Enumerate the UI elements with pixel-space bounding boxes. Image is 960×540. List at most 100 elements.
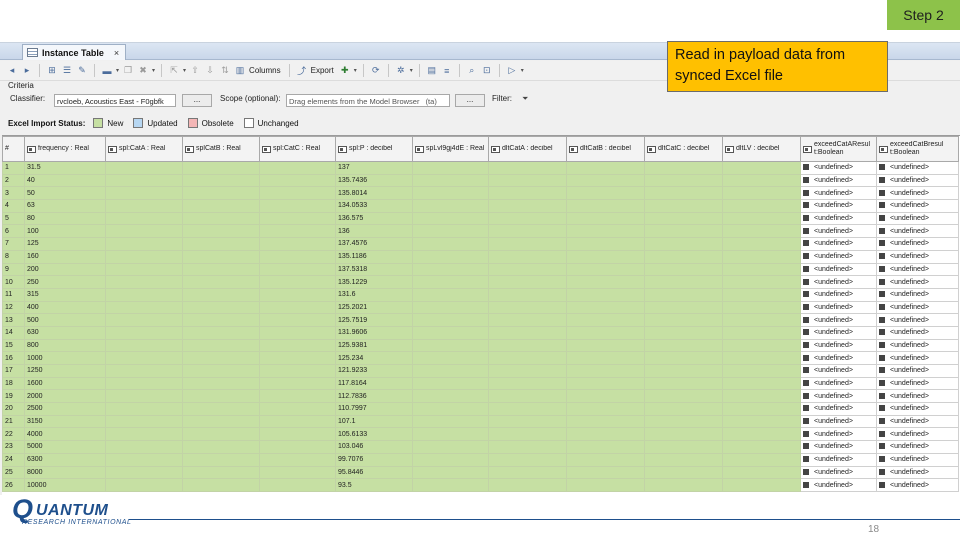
table-cell[interactable]: 136 <box>335 224 413 239</box>
boolean-cell[interactable]: <undefined> <box>876 465 959 480</box>
table-cell[interactable]: 100 <box>24 224 106 239</box>
boolean-cell[interactable]: <undefined> <box>876 237 959 251</box>
table-cell[interactable] <box>566 161 645 175</box>
row-number-cell[interactable]: 14 <box>2 325 25 340</box>
table-cell[interactable] <box>105 237 183 251</box>
table-cell[interactable] <box>644 224 723 239</box>
grid-icon[interactable]: ⊡ <box>481 65 493 77</box>
columns-button[interactable]: Columns <box>249 66 281 75</box>
export-icon[interactable]: ⤴ <box>296 65 308 77</box>
table-cell[interactable] <box>722 224 801 239</box>
boolean-cell[interactable]: <undefined> <box>876 478 959 492</box>
table-cell[interactable] <box>722 351 801 365</box>
table-cell[interactable] <box>182 389 260 404</box>
table-cell[interactable] <box>644 287 723 302</box>
boolean-cell[interactable]: <undefined> <box>800 427 877 442</box>
boolean-cell[interactable]: <undefined> <box>800 414 877 429</box>
table-row[interactable]: 14 630 131.9606 <undefined> <undefined> <box>2 325 959 340</box>
table-cell[interactable] <box>566 478 645 492</box>
link-icon[interactable]: ⇱ <box>168 65 180 77</box>
table-cell[interactable] <box>566 249 645 264</box>
export-button[interactable]: Export <box>311 66 334 75</box>
row-number-cell[interactable]: 22 <box>2 427 25 442</box>
table-cell[interactable] <box>182 186 260 201</box>
table-cell[interactable] <box>412 364 489 378</box>
column-header[interactable]: splCatB : Real <box>182 136 260 162</box>
column-header[interactable]: spl:P : decibel <box>335 136 413 162</box>
table-cell[interactable] <box>259 224 336 239</box>
boolean-cell[interactable]: <undefined> <box>800 224 877 239</box>
table-cell[interactable] <box>488 478 567 492</box>
table-cell[interactable] <box>488 389 567 404</box>
table-cell[interactable] <box>488 427 567 442</box>
table-cell[interactable] <box>644 161 723 175</box>
table-cell[interactable] <box>644 275 723 289</box>
table-cell[interactable]: 135.1186 <box>335 249 413 264</box>
row-number-cell[interactable]: 25 <box>2 465 25 480</box>
boolean-cell[interactable]: <undefined> <box>876 211 959 226</box>
table-cell[interactable] <box>566 402 645 416</box>
table-cell[interactable] <box>412 376 489 391</box>
table-cell[interactable] <box>105 427 183 442</box>
table-cell[interactable] <box>259 338 336 353</box>
table-cell[interactable] <box>722 237 801 251</box>
table-cell[interactable] <box>566 376 645 391</box>
table-cell[interactable] <box>412 325 489 340</box>
columns-icon[interactable]: ▥ <box>234 65 246 77</box>
table-cell[interactable]: 4000 <box>24 427 106 442</box>
table-cell[interactable] <box>412 186 489 201</box>
boolean-cell[interactable]: <undefined> <box>800 262 877 277</box>
table-cell[interactable] <box>488 211 567 226</box>
row-number-cell[interactable]: 18 <box>2 376 25 391</box>
row-number-cell[interactable]: 2 <box>2 173 25 188</box>
table-row[interactable]: 10 250 135.1229 <undefined> <undefined> <box>2 275 959 289</box>
table-cell[interactable]: 121.9233 <box>335 364 413 378</box>
column-header[interactable]: spl:CatA : Real <box>105 136 183 162</box>
table-cell[interactable] <box>644 249 723 264</box>
table-cell[interactable] <box>412 452 489 467</box>
table-cell[interactable] <box>105 440 183 454</box>
table-row[interactable]: 21 3150 107.1 <undefined> <undefined> <box>2 414 959 429</box>
chevron-down-icon[interactable]: ▾ <box>354 67 357 74</box>
table-cell[interactable] <box>259 173 336 188</box>
table-row[interactable]: 12 400 125.2021 <undefined> <undefined> <box>2 300 959 315</box>
table-cell[interactable] <box>259 199 336 213</box>
table-cell[interactable]: 200 <box>24 262 106 277</box>
table-cell[interactable]: 160 <box>24 249 106 264</box>
table-cell[interactable] <box>722 173 801 188</box>
table-cell[interactable] <box>566 287 645 302</box>
table-cell[interactable] <box>412 161 489 175</box>
table-cell[interactable] <box>105 300 183 315</box>
row-number-cell[interactable]: 24 <box>2 452 25 467</box>
table-cell[interactable] <box>566 427 645 442</box>
table-cell[interactable]: 110.7997 <box>335 402 413 416</box>
table-cell[interactable] <box>566 237 645 251</box>
table-row[interactable]: 26 10000 93.5 <undefined> <undefined> <box>2 478 959 492</box>
table-cell[interactable] <box>105 262 183 277</box>
boolean-cell[interactable]: <undefined> <box>800 402 877 416</box>
row-number-cell[interactable]: 13 <box>2 313 25 327</box>
table-cell[interactable] <box>644 237 723 251</box>
add-row-icon[interactable]: ☰ <box>61 65 73 77</box>
table-cell[interactable]: 125 <box>24 237 106 251</box>
list-icon[interactable]: ≡ <box>441 65 453 77</box>
table-cell[interactable] <box>182 199 260 213</box>
table-cell[interactable]: 3150 <box>24 414 106 429</box>
table-cell[interactable] <box>182 325 260 340</box>
boolean-cell[interactable]: <undefined> <box>800 300 877 315</box>
table-cell[interactable] <box>644 211 723 226</box>
table-cell[interactable] <box>722 300 801 315</box>
table-cell[interactable] <box>566 275 645 289</box>
table-row[interactable]: 20 2500 110.7997 <undefined> <undefined> <box>2 402 959 416</box>
table-row[interactable]: 16 1000 125.234 <undefined> <undefined> <box>2 351 959 365</box>
table-row[interactable]: 9 200 137.5318 <undefined> <undefined> <box>2 262 959 277</box>
table-row[interactable]: 25 8000 95.8446 <undefined> <undefined> <box>2 465 959 480</box>
boolean-cell[interactable]: <undefined> <box>800 440 877 454</box>
table-cell[interactable] <box>412 478 489 492</box>
table-cell[interactable] <box>644 199 723 213</box>
table-cell[interactable] <box>105 338 183 353</box>
table-cell[interactable] <box>182 465 260 480</box>
table-cell[interactable] <box>722 325 801 340</box>
table-cell[interactable] <box>566 300 645 315</box>
boolean-cell[interactable]: <undefined> <box>876 249 959 264</box>
